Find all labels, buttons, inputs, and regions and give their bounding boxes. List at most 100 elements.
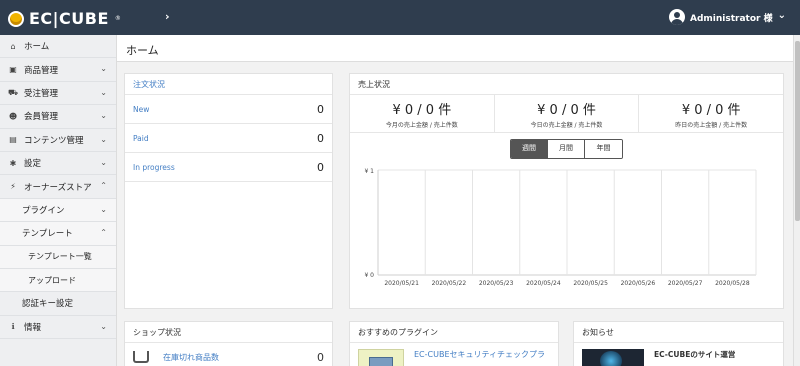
sidebar-item-info[interactable]: ℹ 情報 ⌄ [0,316,116,340]
chart-y-tick-label: ¥ 1 [364,168,374,175]
sidebar: ⌂ ホーム ▣ 商品管理 ⌄ ⛟ 受注管理 ⌄ ☻ 会員管理 ⌄ ▤ コンテンツ… [0,35,117,366]
sidebar-item-plugins[interactable]: プラグイン ⌄ [0,198,116,223]
chevron-up-icon: ⌃ [100,181,107,191]
sidebar-item-label: 認証キー設定 [22,299,74,310]
sidebar-item-auth-key[interactable]: 認証キー設定 [0,292,116,316]
logo-text: EC|CUBE [29,9,109,28]
cube-icon: ▣ [9,65,17,75]
sidebar-toggle-icon[interactable]: › [165,10,170,23]
sidebar-item-label: プラグイン [22,205,65,216]
sidebar-item-settings[interactable]: ✱ 設定 ⌄ [0,152,116,176]
sidebar-item-customers[interactable]: ☻ 会員管理 ⌄ [0,105,116,129]
cart-icon: ⛟ [8,87,19,97]
sidebar-item-label: 受注管理 [24,88,59,99]
sidebar-item-label: 商品管理 [24,65,59,76]
logo-trademark: ® [114,15,121,22]
sidebar-item-home[interactable]: ⌂ ホーム [0,35,116,59]
chart-x-tick-label: 2020/05/23 [479,280,514,287]
news-headline: EC-CUBEのサイト運営 [654,350,736,359]
order-row-new[interactable]: New 0 [125,95,332,124]
sidebar-item-label: 会員管理 [24,112,59,123]
chart-x-tick-label: 2020/05/26 [621,280,656,287]
chevron-down-icon: ⌄ [100,111,107,121]
order-count: 0 [317,102,324,116]
page-scrollbar[interactable] [793,35,800,366]
inbox-icon [133,351,149,363]
sales-summary-month: ¥ 0 / 0 件 今月の売上金額 / 売上件数 [350,95,495,132]
order-count: 0 [317,160,324,174]
sales-value: ¥ 0 / 0 件 [537,103,596,118]
list-item[interactable]: 在庫切れ商品数 0 [125,345,332,366]
sales-value: ¥ 0 / 0 件 [681,103,741,118]
order-status-title[interactable]: 注文状況 [125,74,332,95]
sales-summary-today: ¥ 0 / 0 件 今日の売上金額 / 売上件数 [495,95,640,132]
list-item[interactable]: EC-CUBEセキュリティチェックプラ [350,343,558,366]
chart-x-tick-label: 2020/05/25 [573,280,608,287]
chevron-down-icon: ⌄ [100,157,107,167]
plugin-thumbnail [358,349,404,366]
main-content: ホーム 注文状況 New 0 Paid 0 In progress 0 売上状況… [117,35,793,366]
user-avatar-icon [669,9,686,25]
sidebar-item-template-list[interactable]: テンプレート一覧 [0,245,116,269]
sales-value: ¥ 0 / 0 件 [392,103,452,118]
page-title: ホーム [126,44,159,57]
sidebar-item-products[interactable]: ▣ 商品管理 ⌄ [0,58,116,82]
shop-status-label: 在庫切れ商品数 [163,352,219,362]
tab-monthly[interactable]: 月間 [548,140,585,158]
chart-x-tick-label: 2020/05/22 [432,280,467,287]
sales-caption: 昨日の売上金額 / 売上件数 [675,122,748,129]
order-row-in-progress[interactable]: In progress 0 [125,153,332,182]
order-label: Paid [133,133,149,143]
shop-status-count: 0 [317,350,324,364]
sales-summary-yesterday: ¥ 0 / 0 件 昨日の売上金額 / 売上件数 [639,95,783,132]
page-header: ホーム [117,35,793,62]
logo[interactable]: EC|CUBE ® [8,9,121,28]
plug-icon: ⚡ [10,182,16,192]
users-icon: ☻ [8,111,18,121]
news-thumbnail [582,349,644,366]
chevron-up-icon: ⌃ [100,228,107,238]
chart-y-tick-label: ¥ 0 [364,272,374,279]
info-icon: ℹ [11,322,15,332]
order-label: In progress [133,162,175,172]
home-icon: ⌂ [10,41,16,51]
sidebar-item-label: コンテンツ管理 [24,135,84,146]
order-count: 0 [317,131,324,145]
sales-summary: ¥ 0 / 0 件 今月の売上金額 / 売上件数 ¥ 0 / 0 件 今日の売上… [350,95,783,133]
sales-caption: 今月の売上金額 / 売上件数 [385,122,458,129]
sidebar-item-owners-store[interactable]: ⚡ オーナーズストア ⌃ [0,175,116,199]
sales-caption: 今日の売上金額 / 売上件数 [530,122,603,129]
chevron-down-icon: ⌄ [100,204,107,214]
chevron-down-icon: ⌄ [100,134,107,144]
sidebar-item-upload[interactable]: アップロード [0,268,116,293]
sidebar-item-orders[interactable]: ⛟ 受注管理 ⌄ [0,82,116,106]
sidebar-item-contents[interactable]: ▤ コンテンツ管理 ⌄ [0,129,116,152]
sidebar-item-label: テンプレート [22,229,73,240]
logo-mark-icon [8,10,24,27]
sidebar-item-label: 設定 [24,159,42,170]
chart-x-tick-label: 2020/05/27 [668,280,703,287]
news-card: お知らせ EC-CUBEのサイト運営 [573,321,784,366]
chevron-down-icon: ⌄ [100,321,107,331]
shop-status-card: ショップ状況 在庫切れ商品数 0 [124,321,333,366]
tab-weekly[interactable]: 週間 [511,140,548,158]
user-name: Administrator 様 [690,13,773,24]
sidebar-item-label: テンプレート一覧 [28,252,92,262]
order-row-paid[interactable]: Paid 0 [125,124,332,153]
file-icon: ▤ [9,135,17,145]
chevron-down-icon: ⌄ [777,9,786,21]
user-menu[interactable]: Administrator 様 ⌄ [669,9,786,25]
sidebar-item-label: ホーム [24,42,50,53]
sidebar-item-templates[interactable]: テンプレート ⌃ [0,222,116,246]
list-item[interactable]: EC-CUBEのサイト運営 [574,343,783,366]
news-title: お知らせ [574,322,783,343]
plugins-title: おすすめのプラグイン [350,322,558,343]
shop-status-title: ショップ状況 [125,322,332,343]
sales-status-title: 売上状況 [350,74,783,95]
sidebar-item-label: 情報 [24,322,42,333]
tab-yearly[interactable]: 年間 [585,140,622,158]
chart-x-tick-label: 2020/05/21 [384,280,419,287]
scrollbar-thumb[interactable] [795,41,800,221]
chevron-down-icon: ⌄ [100,87,107,97]
chart-x-tick-label: 2020/05/28 [715,280,750,287]
